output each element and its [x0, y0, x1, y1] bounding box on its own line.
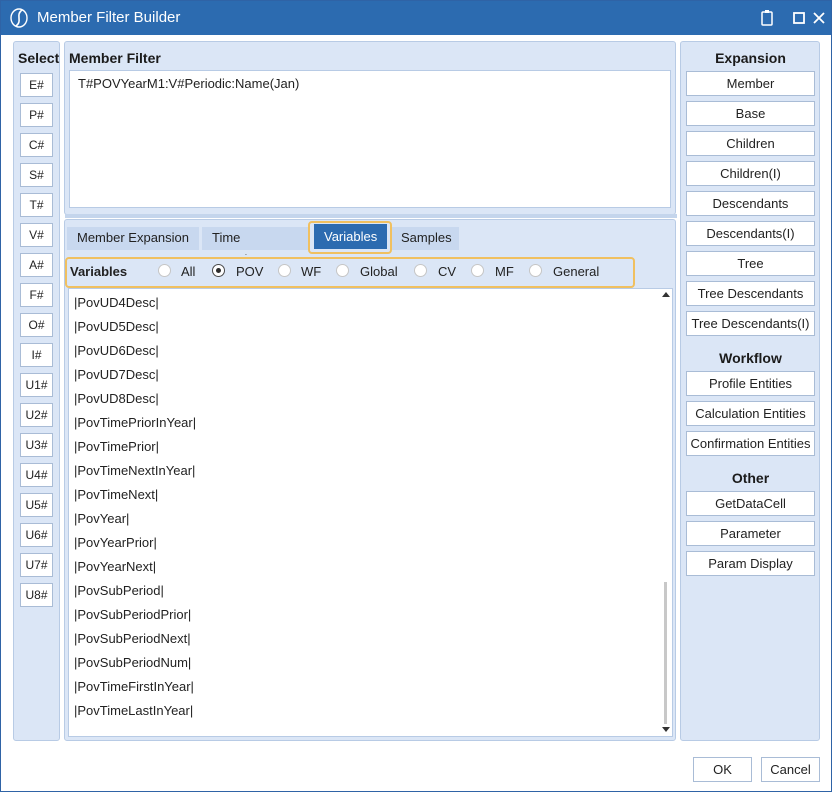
list-item[interactable]: |PovSubPeriodNext|: [74, 631, 191, 646]
select-panel: Select E# P# C# S# T# V# A# F# O# I# U1#…: [13, 41, 60, 741]
tab-samples[interactable]: Samples: [391, 227, 459, 250]
clipboard-icon[interactable]: [757, 8, 777, 28]
calculation-entities-button[interactable]: Calculation Entities: [686, 401, 815, 426]
workflow-title: Workflow: [719, 350, 782, 366]
tree-descendants-inclusive-button[interactable]: Tree Descendants(I): [686, 311, 815, 336]
list-item[interactable]: |PovSubPeriodPrior|: [74, 607, 191, 622]
list-item[interactable]: |PovUD4Desc|: [74, 295, 159, 310]
list-item[interactable]: |PovUD6Desc|: [74, 343, 159, 358]
splitter[interactable]: [65, 214, 677, 218]
list-item[interactable]: |PovUD5Desc|: [74, 319, 159, 334]
tree-button[interactable]: Tree: [686, 251, 815, 276]
select-button-s[interactable]: S#: [20, 163, 53, 187]
list-item[interactable]: |PovTimeFirstInYear|: [74, 679, 194, 694]
select-panel-title: Select: [18, 50, 60, 66]
member-filter-input[interactable]: T#POVYearM1:V#Periodic:Name(Jan): [69, 70, 671, 208]
select-button-u2[interactable]: U2#: [20, 403, 53, 427]
tab-time-functions[interactable]: Time Functions: [202, 227, 308, 267]
parameter-button[interactable]: Parameter: [686, 521, 815, 546]
list-item[interactable]: |PovUD8Desc|: [74, 391, 159, 406]
param-display-button[interactable]: Param Display: [686, 551, 815, 576]
list-item[interactable]: |PovSubPeriodNum|: [74, 655, 191, 670]
select-button-u5[interactable]: U5#: [20, 493, 53, 517]
select-button-u6[interactable]: U6#: [20, 523, 53, 547]
tab-member-expansion[interactable]: Member Expansion: [67, 227, 199, 250]
getdatacell-button[interactable]: GetDataCell: [686, 491, 815, 516]
children-inclusive-button[interactable]: Children(I): [686, 161, 815, 186]
profile-entities-button[interactable]: Profile Entities: [686, 371, 815, 396]
select-button-a[interactable]: A#: [20, 253, 53, 277]
list-item[interactable]: |PovTimeNext|: [74, 487, 158, 502]
select-button-c[interactable]: C#: [20, 133, 53, 157]
other-title: Other: [731, 470, 770, 486]
children-button[interactable]: Children: [686, 131, 815, 156]
app-logo-icon: [10, 8, 28, 28]
list-item[interactable]: |PovYearPrior|: [74, 535, 157, 550]
expansion-panel: Expansion Member Base Children Children(…: [680, 41, 820, 741]
confirmation-entities-button[interactable]: Confirmation Entities: [686, 431, 815, 456]
member-filter-panel: Member Filter T#POVYearM1:V#Periodic:Nam…: [64, 41, 676, 215]
scroll-thumb[interactable]: [664, 582, 667, 724]
list-item[interactable]: |PovSubPeriod|: [74, 583, 164, 598]
variables-list[interactable]: |PovUD4Desc| |PovUD5Desc| |PovUD6Desc| |…: [68, 288, 673, 737]
maximize-icon[interactable]: [789, 8, 809, 28]
title-bar: Member Filter Builder: [1, 1, 831, 35]
cancel-button[interactable]: Cancel: [761, 757, 820, 782]
select-button-o[interactable]: O#: [20, 313, 53, 337]
list-item[interactable]: |PovYear|: [74, 511, 129, 526]
select-button-u3[interactable]: U3#: [20, 433, 53, 457]
select-button-e[interactable]: E#: [20, 73, 53, 97]
scroll-down-icon[interactable]: [662, 727, 670, 733]
close-icon[interactable]: [809, 8, 829, 28]
list-item[interactable]: |PovTimePrior|: [74, 439, 159, 454]
member-filter-builder-dialog: Member Filter Builder Select E# P# C# S#…: [0, 0, 832, 792]
tab-highlight: [308, 221, 392, 254]
ok-button[interactable]: OK: [693, 757, 752, 782]
list-item[interactable]: |PovUD7Desc|: [74, 367, 159, 382]
scroll-up-icon[interactable]: [662, 291, 670, 297]
base-button[interactable]: Base: [686, 101, 815, 126]
select-button-f[interactable]: F#: [20, 283, 53, 307]
variables-highlight: [65, 257, 635, 288]
select-button-u8[interactable]: U8#: [20, 583, 53, 607]
descendants-button[interactable]: Descendants: [686, 191, 815, 216]
select-button-u1[interactable]: U1#: [20, 373, 53, 397]
member-button[interactable]: Member: [686, 71, 815, 96]
list-item[interactable]: |PovYearNext|: [74, 559, 156, 574]
member-filter-title: Member Filter: [69, 50, 161, 66]
select-button-u7[interactable]: U7#: [20, 553, 53, 577]
list-scrollbar[interactable]: [660, 289, 672, 736]
list-item[interactable]: |PovTimeNextInYear|: [74, 463, 195, 478]
select-button-p[interactable]: P#: [20, 103, 53, 127]
select-button-t[interactable]: T#: [20, 193, 53, 217]
list-item[interactable]: |PovTimeLastInYear|: [74, 703, 193, 718]
select-button-i[interactable]: I#: [20, 343, 53, 367]
select-button-v[interactable]: V#: [20, 223, 53, 247]
expansion-title: Expansion: [715, 50, 786, 66]
window-title: Member Filter Builder: [37, 9, 181, 26]
tree-descendants-button[interactable]: Tree Descendants: [686, 281, 815, 306]
list-item[interactable]: |PovTimePriorInYear|: [74, 415, 196, 430]
select-button-u4[interactable]: U4#: [20, 463, 53, 487]
descendants-inclusive-button[interactable]: Descendants(I): [686, 221, 815, 246]
